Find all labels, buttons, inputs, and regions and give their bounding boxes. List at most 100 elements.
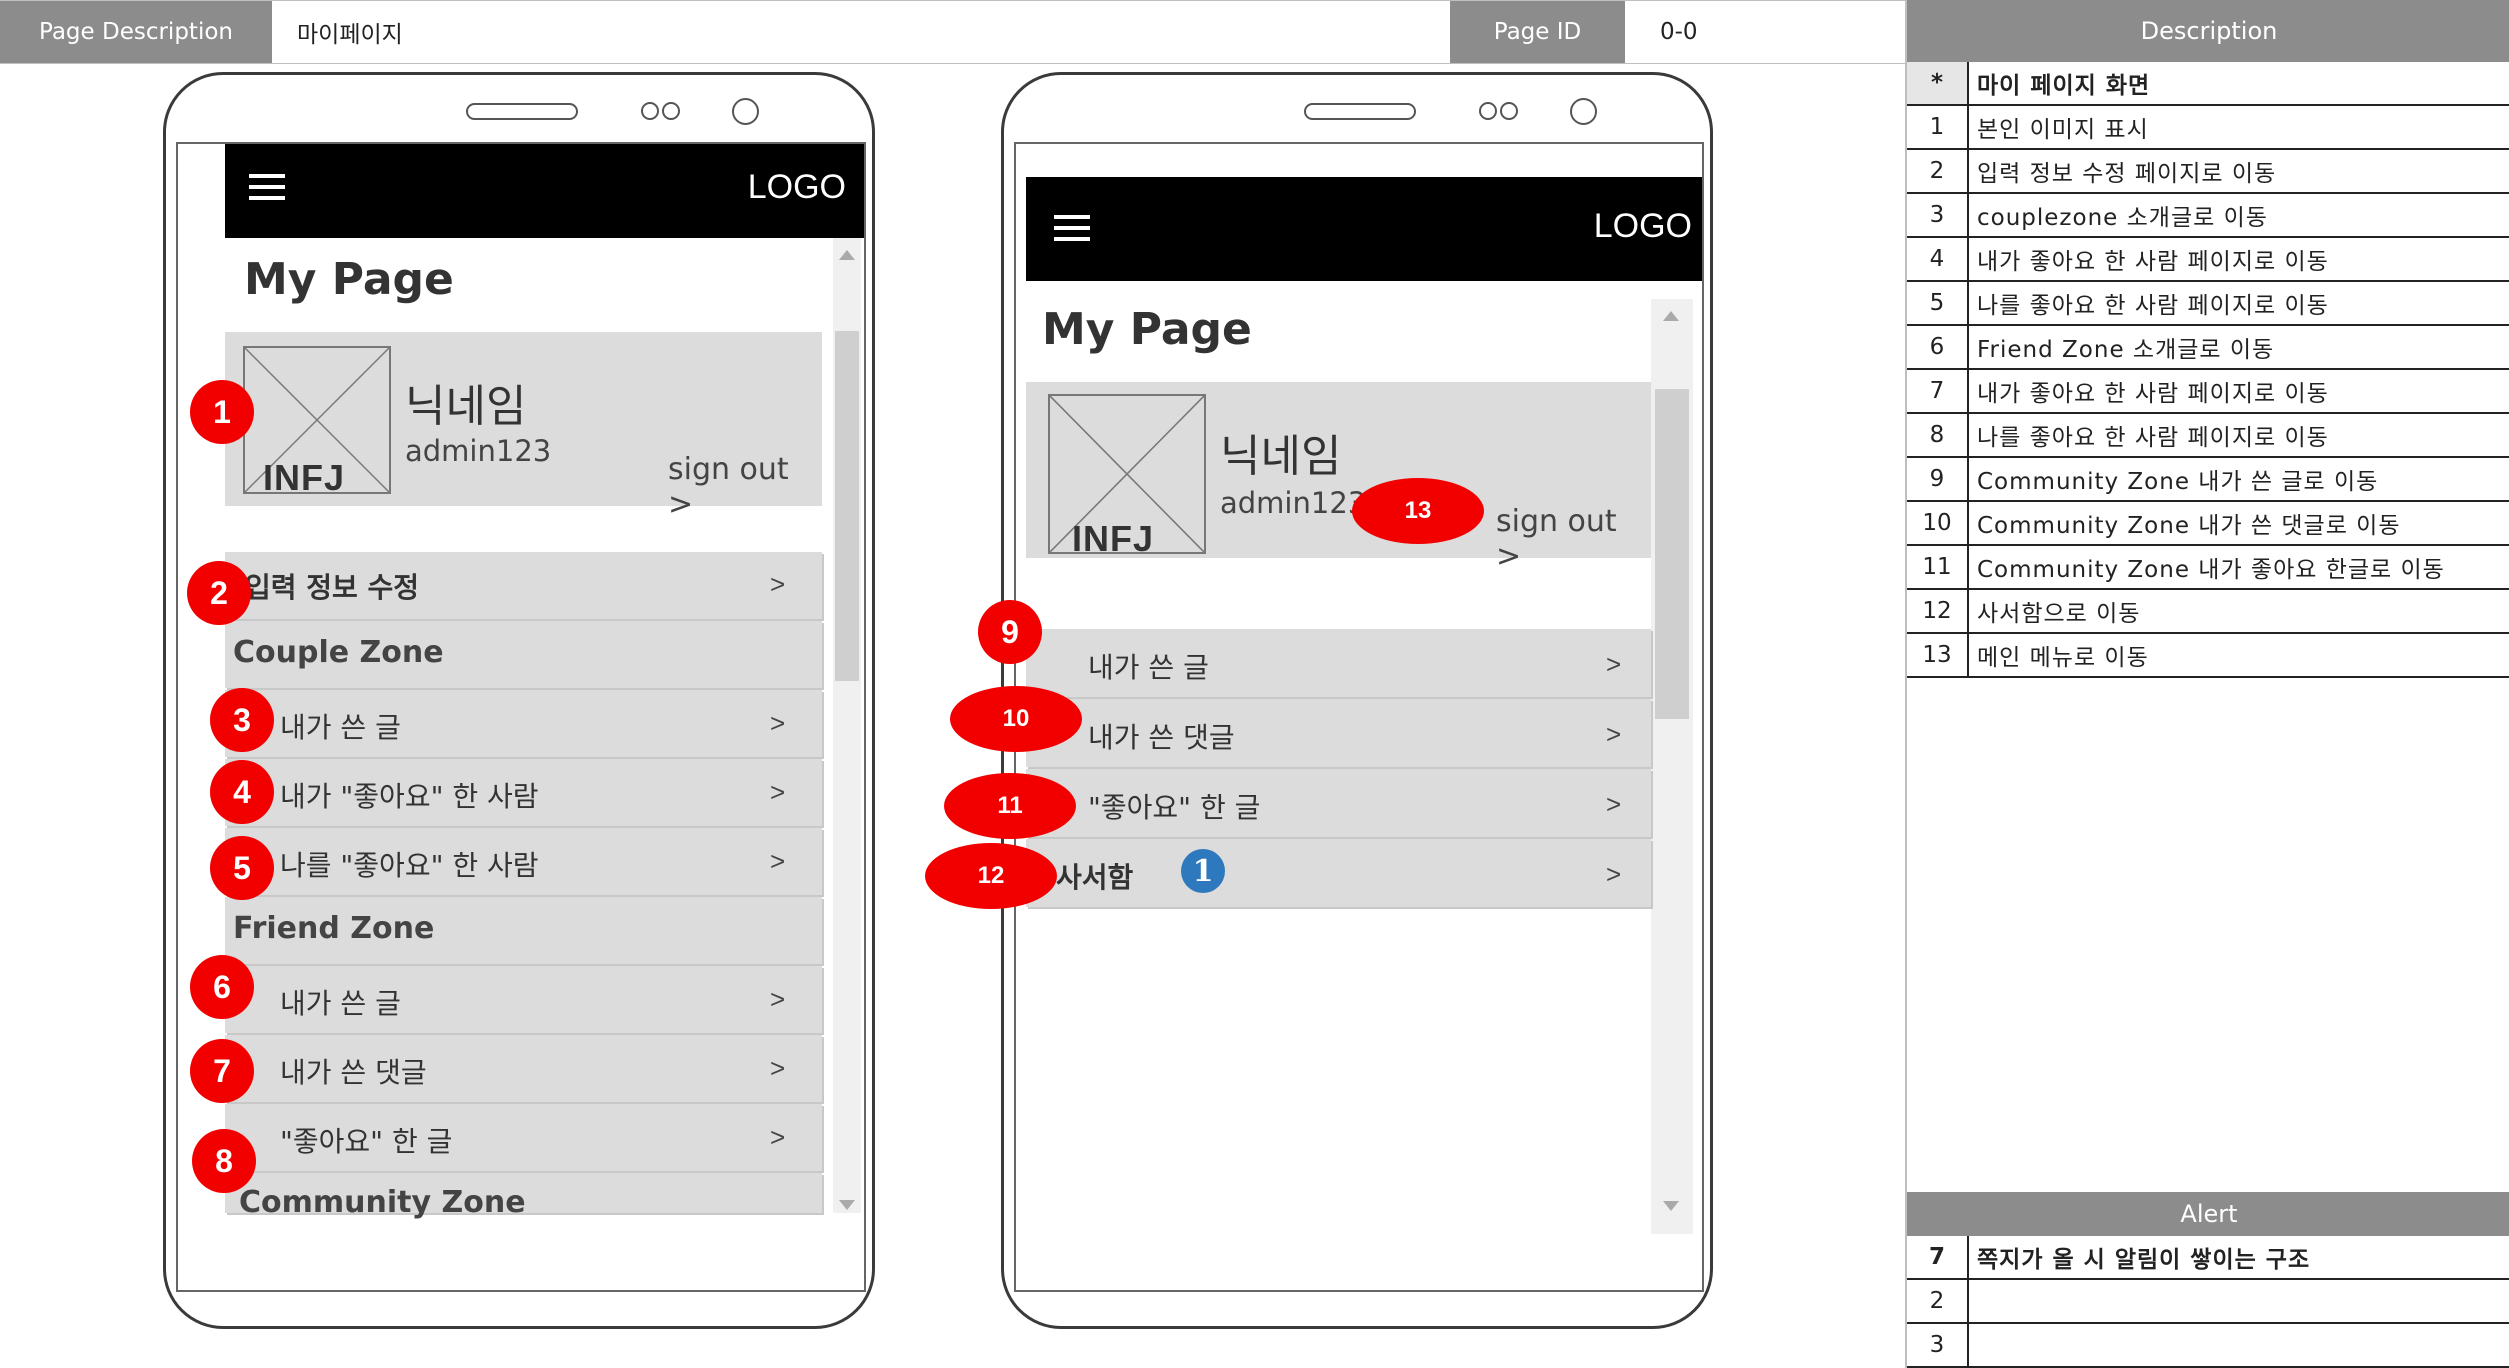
sign-out-link[interactable]: sign out >	[668, 452, 822, 522]
scroll-thumb[interactable]	[1655, 389, 1689, 719]
chevron-right-icon: >	[1606, 649, 1622, 679]
hamburger-icon[interactable]	[249, 174, 285, 207]
annotation-marker-7: 7	[190, 1039, 254, 1103]
description-row-text: 나를 좋아요 한 사람 페이지로 이동	[1977, 293, 2329, 319]
alert-row-number: 3	[1907, 1324, 1969, 1366]
annotation-marker-8: 8	[192, 1129, 256, 1193]
description-row: * 마이 페이지 화면	[1907, 62, 2509, 106]
chevron-right-icon: >	[1606, 719, 1622, 749]
list-item[interactable]: 내가 쓴 글 >	[225, 966, 822, 1033]
description-row-number: 8	[1907, 414, 1969, 456]
description-row-number: 10	[1907, 502, 1969, 544]
description-row-text: Friend Zone 소개글로 이동	[1977, 337, 2275, 363]
nickname: 닉네임	[1220, 431, 1342, 482]
description-panel: Description * 마이 페이지 화면 1 본인 이미지 표시 2 입력 정보 수…	[1905, 0, 2509, 1368]
description-row-text: Community Zone 내가 쓴 글로 이동	[1977, 469, 2379, 495]
description-row: 2 입력 정보 수정 페이지로 이동	[1907, 150, 2509, 194]
phone-frame-2: LOGO My Page INFJ 닉네임 admin123 sign out …	[1001, 72, 1713, 1329]
mbti-label: INFJ	[1072, 518, 1155, 559]
logo: LOGO	[1593, 207, 1692, 245]
scroll-down-icon[interactable]	[1663, 1201, 1679, 1211]
scroll-thumb[interactable]	[835, 331, 859, 681]
description-row: 10 Community Zone 내가 쓴 댓글로 이동	[1907, 502, 2509, 546]
couple-zone-section[interactable]: Couple Zone	[225, 621, 822, 688]
description-row-text: 나를 좋아요 한 사람 페이지로 이동	[1977, 425, 2329, 451]
hamburger-icon[interactable]	[1054, 215, 1090, 248]
description-row-text: 내가 좋아요 한 사람 페이지로 이동	[1977, 249, 2329, 275]
nickname: 닉네임	[405, 381, 527, 432]
edit-info-item[interactable]: 입력 정보 수정 >	[225, 552, 822, 619]
description-row-number: 1	[1907, 106, 1969, 148]
list-item[interactable]: 내가 쓴 글 >	[225, 690, 822, 757]
description-row-number: 2	[1907, 150, 1969, 192]
scroll-up-icon[interactable]	[839, 250, 855, 260]
page-id-value: 0-0	[1625, 1, 1905, 63]
description-row-text: 메인 메뉴로 이동	[1977, 645, 2149, 671]
list-item[interactable]: 나를 "좋아요" 한 사람 >	[225, 828, 822, 895]
scroll-down-icon[interactable]	[839, 1200, 855, 1210]
description-row: 1 본인 이미지 표시	[1907, 106, 2509, 150]
alert-row-number: 7	[1907, 1236, 1969, 1278]
description-row-number: 4	[1907, 238, 1969, 280]
list-item[interactable]: 내가 쓴 글 >	[1026, 629, 1651, 697]
community-zone-title: Community Zone	[239, 1185, 526, 1220]
community-zone-section[interactable]: Community Zone	[225, 1173, 822, 1220]
scrollbar[interactable]	[833, 238, 861, 1213]
list-item[interactable]: 내가 쓴 댓글 >	[225, 1035, 822, 1102]
description-row: 8 나를 좋아요 한 사람 페이지로 이동	[1907, 414, 2509, 458]
description-row-text: 마이 페이지 화면	[1969, 62, 2509, 104]
chevron-right-icon: >	[770, 569, 786, 599]
description-row-number: 11	[1907, 546, 1969, 588]
page-title: My Page	[1042, 304, 1252, 355]
annotation-marker-4: 4	[210, 760, 274, 824]
annotation-marker-11: 11	[944, 773, 1076, 839]
description-row: 6 Friend Zone 소개글로 이동	[1907, 326, 2509, 370]
description-row-number: 9	[1907, 458, 1969, 500]
description-row-text: 본인 이미지 표시	[1977, 117, 2149, 143]
friend-zone-section[interactable]: Friend Zone	[225, 897, 822, 964]
page-title: My Page	[244, 254, 454, 305]
mailbox-item[interactable]: 사서함 1 >	[1026, 839, 1651, 907]
chevron-right-icon: >	[1606, 859, 1622, 889]
list-item[interactable]: 내가 "좋아요" 한 사람 >	[225, 759, 822, 826]
description-title: Description	[1907, 0, 2509, 62]
notification-badge: 1	[1181, 849, 1225, 893]
scrollbar[interactable]	[1651, 299, 1693, 1234]
description-row: 12 사서함으로 이동	[1907, 590, 2509, 634]
menu-label: 내가 쓴 글	[280, 987, 401, 1020]
phone-sensor	[641, 102, 659, 120]
edit-info-label: 입력 정보 수정	[245, 571, 420, 604]
phone-speaker	[1304, 103, 1416, 120]
mailbox-label: 사서함	[1056, 861, 1134, 894]
sign-out-link[interactable]: sign out >	[1496, 504, 1651, 574]
description-row-number: *	[1907, 62, 1969, 104]
scroll-up-icon[interactable]	[1663, 311, 1679, 321]
annotation-marker-5: 5	[210, 836, 274, 900]
description-row-text: couplezone 소개글로 이동	[1977, 205, 2268, 231]
list-item[interactable]: 내가 쓴 댓글 >	[1026, 699, 1651, 767]
list-item[interactable]: "좋아요" 한 글 >	[1026, 769, 1651, 837]
list-item[interactable]: "좋아요" 한 글 >	[225, 1104, 822, 1171]
description-row-number: 7	[1907, 370, 1969, 412]
page-header: Page Description 마이페이지 Page ID 0-0	[0, 0, 1905, 64]
menu-label: 내가 쓴 댓글	[280, 1056, 427, 1089]
menu-label: 내가 쓴 글	[1088, 651, 1209, 684]
mbti-label: INFJ	[263, 457, 346, 498]
chevron-right-icon: >	[770, 1053, 786, 1083]
description-row: 3 couplezone 소개글로 이동	[1907, 194, 2509, 238]
description-row-number: 12	[1907, 590, 1969, 632]
user-id: admin123	[405, 434, 552, 468]
profile-card: INFJ 닉네임 admin123 sign out >	[1026, 382, 1651, 574]
couple-zone-title: Couple Zone	[233, 635, 444, 670]
menu-label: "좋아요" 한 글	[280, 1125, 453, 1158]
alert-row: 3	[1907, 1324, 2509, 1368]
description-row-number: 5	[1907, 282, 1969, 324]
alert-row-text: 쪽지가 올 시 알림이 쌓이는 구조	[1977, 1247, 2311, 1273]
chevron-right-icon: >	[770, 708, 786, 738]
page-description-label: Page Description	[0, 1, 272, 63]
app-bar: LOGO	[225, 144, 864, 238]
annotation-marker-13: 13	[1352, 478, 1484, 544]
menu-label: 내가 쓴 댓글	[1088, 721, 1235, 754]
description-row: 13 메인 메뉴로 이동	[1907, 634, 2509, 678]
phone-speaker	[466, 103, 578, 120]
